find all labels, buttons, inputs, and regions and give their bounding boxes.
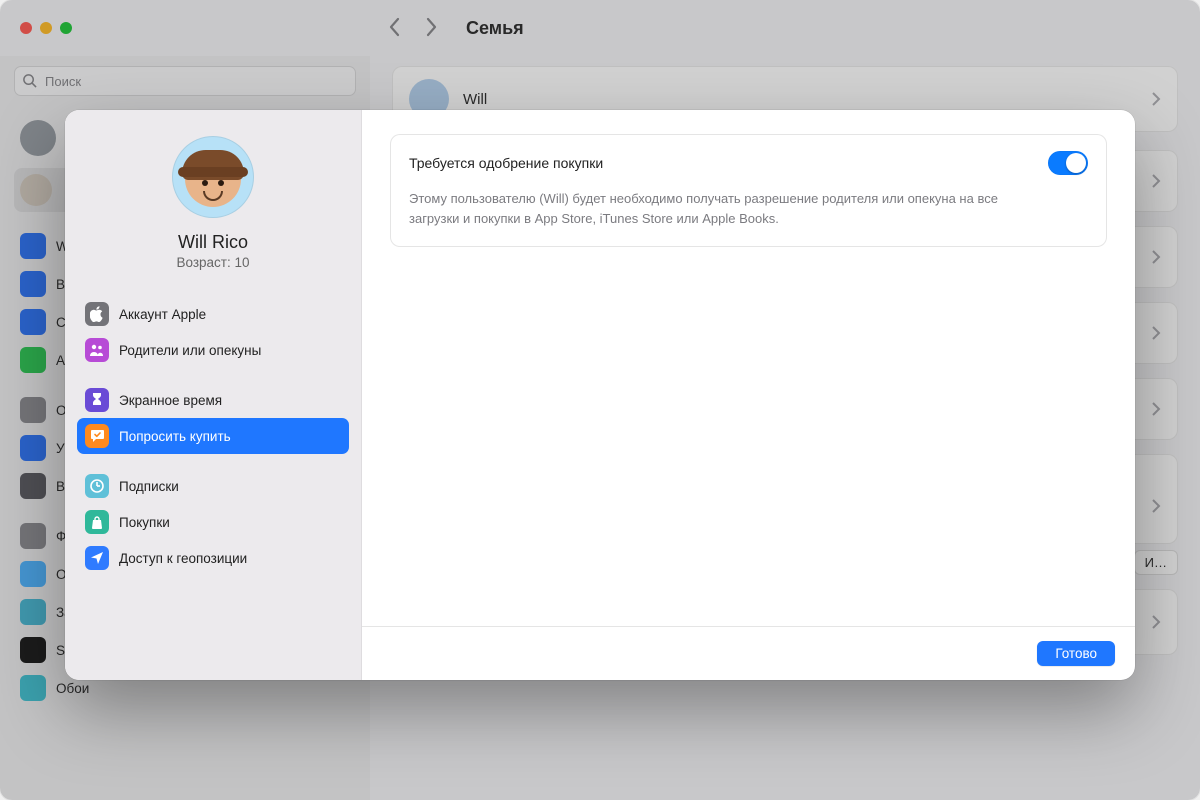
sidebar-item-icon [20,473,46,499]
setting-title: Требуется одобрение покупки [409,155,603,171]
sidebar-item-purchases[interactable]: Покупки [77,504,349,540]
sidebar-item-label: Родители или опекуны [119,343,261,358]
setting-header: Требуется одобрение покупки [409,151,1088,175]
sidebar-item-icon [20,599,46,625]
sidebar-item-label: Аккаунт Apple [119,307,206,322]
modal-content: Требуется одобрение покупки Этому пользо… [362,110,1135,626]
search-input[interactable] [14,66,356,96]
toggle-knob [1066,153,1086,173]
maximize-window-button[interactable] [60,22,72,34]
sidebar-item-screen-time[interactable]: Экранное время [77,382,349,418]
page-title: Семья [466,18,524,39]
sidebar-item-icon [20,523,46,549]
sidebar-item-icon [20,271,46,297]
member-name: Will [463,91,487,108]
sidebar-item-subscriptions[interactable]: Подписки [77,468,349,504]
modal-main-pane: Требуется одобрение покупки Этому пользо… [362,110,1135,680]
close-window-button[interactable] [20,22,32,34]
done-button[interactable]: Готово [1037,641,1115,666]
sidebar-item-icon [20,675,46,701]
sidebar-group-sharing: Подписки Покупки Доступ к геопозиции [77,468,349,576]
hourglass-icon [85,388,109,412]
more-button[interactable]: И… [1134,550,1178,575]
sidebar-item-label: Покупки [119,515,170,530]
sidebar-group-controls: Экранное время Попросить купить [77,382,349,454]
sidebar-item-label: Доступ к геопозиции [119,551,247,566]
traffic-lights [20,22,72,34]
sidebar-item-apple-account[interactable]: Аккаунт Apple [77,296,349,332]
family-member-modal: Will Rico Возраст: 10 Аккаунт Apple Роди… [65,110,1135,680]
profile-avatar [172,136,254,218]
setting-description: Этому пользователю (Will) будет необходи… [409,189,1049,228]
sidebar-item-icon [20,397,46,423]
search-icon [22,73,37,88]
profile-age: Возраст: 10 [176,255,249,270]
system-settings-window: WBСAОУВФОЗаставкаSiriОбои Семья Will [0,0,1200,800]
subscriptions-icon [85,474,109,498]
sidebar-item-icon [20,309,46,335]
sidebar-item-label: B [56,277,65,292]
apple-icon [85,302,109,326]
parents-icon [85,338,109,362]
chevron-right-icon [1151,614,1161,630]
family-icon [20,174,52,206]
chat-check-icon [85,424,109,448]
sidebar-group-account: Аккаунт Apple Родители или опекуны [77,296,349,368]
sidebar-item-label: Экранное время [119,393,222,408]
sidebar-item-label: Обои [56,681,89,696]
chevron-right-icon [1151,401,1161,417]
sidebar-item-label: Попросить купить [119,429,231,444]
location-icon [85,546,109,570]
sidebar-item-icon [20,637,46,663]
profile-name: Will Rico [178,232,248,253]
nav-forward-button[interactable] [424,17,446,39]
profile-header: Will Rico Возраст: 10 [77,136,349,270]
sidebar-item-icon [20,435,46,461]
sidebar-item-icon [20,233,46,259]
ask-to-buy-setting: Требуется одобрение покупки Этому пользо… [390,134,1107,247]
chevron-right-icon [1151,325,1161,341]
require-approval-toggle[interactable] [1048,151,1088,175]
sidebar-item-location[interactable]: Доступ к геопозиции [77,540,349,576]
bag-icon [85,510,109,534]
modal-sidebar: Will Rico Возраст: 10 Аккаунт Apple Роди… [65,110,362,680]
modal-footer: Готово [362,626,1135,680]
sidebar-item-label: Подписки [119,479,179,494]
nav-back-button[interactable] [388,17,410,39]
search-field-wrapper [14,66,356,96]
sidebar-item-parents[interactable]: Родители или опекуны [77,332,349,368]
sidebar-item-ask-to-buy[interactable]: Попросить купить [77,418,349,454]
sidebar-item-label: У [56,441,65,456]
chevron-right-icon [1151,249,1161,265]
chevron-right-icon [1151,173,1161,189]
sidebar-item-label: В [56,479,65,494]
sidebar-item-icon [20,561,46,587]
minimize-window-button[interactable] [40,22,52,34]
chevron-right-icon [1151,91,1161,107]
avatar [20,120,56,156]
main-header: Семья [370,0,1200,56]
sidebar-item-icon [20,347,46,373]
chevron-right-icon [1151,498,1161,514]
sidebar-item-label: A [56,353,65,368]
